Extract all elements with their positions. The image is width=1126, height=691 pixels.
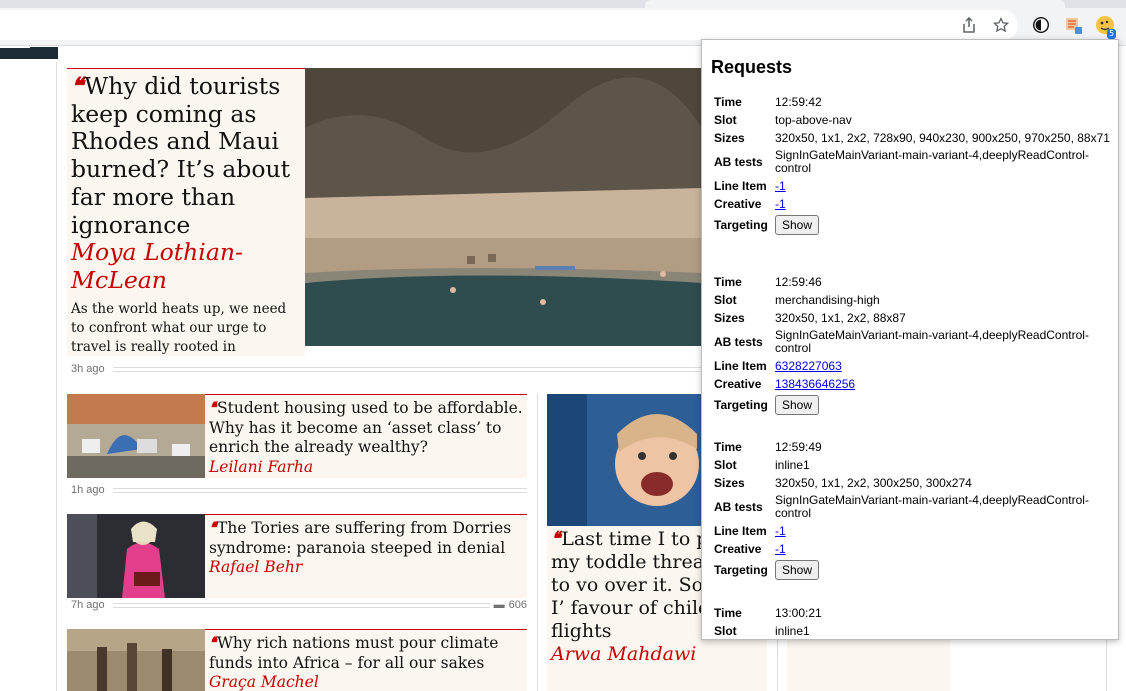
article-card-2[interactable]: ❛❛ The Tories are suffering from Dorries … <box>205 514 527 598</box>
article-age: 7h ago <box>71 599 105 611</box>
label-sizes: Sizes <box>714 311 745 325</box>
label-targeting: Targeting <box>714 218 768 232</box>
label-slot: Slot <box>714 113 737 127</box>
label-slot: Slot <box>714 293 737 307</box>
request-sizes: 320x50, 1x1, 2x2, 88x87 <box>775 310 906 325</box>
request-slot: inline1 <box>775 457 810 472</box>
label-line-item: Line Item <box>714 524 767 538</box>
label-slot: Slot <box>714 624 737 638</box>
label-time: Time <box>714 95 742 109</box>
article-2-headline[interactable]: ❛❛ The Tories are suffering from Dorries … <box>209 518 525 578</box>
article-card-3[interactable]: ❛❛ Why rich nations must pour climate fun… <box>205 629 527 691</box>
article-4-byline[interactable]: Arwa Mahdawi <box>551 643 767 666</box>
article-3-headline[interactable]: ❛❛ Why rich nations must pour climate fun… <box>209 633 525 691</box>
address-bar[interactable] <box>0 10 1018 40</box>
requests-popup: Requests Time 12:59:42 Slot top-above-nav … <box>701 39 1119 640</box>
label-sizes: Sizes <box>714 476 745 490</box>
request-slot: merchandising-high <box>775 292 880 307</box>
label-creative: Creative <box>714 377 762 391</box>
request-time: 12:59:46 <box>775 274 822 289</box>
label-ab-tests: AB tests <box>714 500 763 514</box>
show-targeting-button[interactable]: Show <box>775 395 820 415</box>
column-divider <box>1106 640 1107 691</box>
contrast-extension-icon[interactable] <box>1030 14 1052 36</box>
label-slot: Slot <box>714 458 737 472</box>
active-tab[interactable] <box>645 0 1065 8</box>
article-2-meta: 7h ago ▬ 606 <box>71 599 527 611</box>
main-article-standfirst: As the world heats up, we need to confro… <box>71 301 287 355</box>
label-creative: Creative <box>714 197 762 211</box>
line-item-link[interactable]: 6328227063 <box>775 359 842 373</box>
label-creative: Creative <box>714 542 762 556</box>
show-targeting-button[interactable]: Show <box>775 560 820 580</box>
request-sizes: 320x50, 1x1, 2x2, 300x250, 300x274 <box>775 475 972 490</box>
article-1-headline[interactable]: ❛❛ Student housing used to be affordable.… <box>209 398 525 477</box>
label-line-item: Line Item <box>714 179 767 193</box>
request-sizes: 320x50, 1x1, 2x2, 728x90, 940x230, 900x2… <box>775 130 1110 145</box>
main-article-meta: 3h ago <box>71 363 702 375</box>
article-card-1[interactable]: ❛❛ Student housing used to be affordable.… <box>205 394 527 478</box>
article-age: 3h ago <box>71 363 105 375</box>
comment-icon[interactable]: ▬ <box>494 599 505 611</box>
label-targeting: Targeting <box>714 563 768 577</box>
creative-link[interactable]: 138436646256 <box>775 377 855 391</box>
label-time: Time <box>714 440 742 454</box>
request-time: 12:59:42 <box>775 94 822 109</box>
toddler-plane-image[interactable] <box>547 394 702 526</box>
article-card-5[interactable] <box>787 640 950 691</box>
comment-count[interactable]: 606 <box>509 599 527 611</box>
label-sizes: Sizes <box>714 131 745 145</box>
request-slot: top-above-nav <box>775 112 852 127</box>
student-protest-image[interactable] <box>67 394 205 478</box>
star-icon[interactable] <box>990 14 1012 36</box>
site-header-strip <box>0 47 58 59</box>
share-icon[interactable] <box>958 14 980 36</box>
request-entry: Time 12:59:49 Slot inline1 Sizes 320x50, 1x… <box>714 440 1114 584</box>
request-time: 13:00:21 <box>775 605 822 620</box>
creative-link[interactable]: -1 <box>775 542 786 556</box>
tab-strip <box>0 0 1126 8</box>
label-ab-tests: AB tests <box>714 335 763 349</box>
label-time: Time <box>714 606 742 620</box>
article-2-byline[interactable]: Rafael Behr <box>209 558 525 578</box>
quote-icon: ❛❛ <box>551 528 560 550</box>
show-targeting-button[interactable]: Show <box>775 215 820 235</box>
dorries-photo[interactable] <box>67 514 205 598</box>
column-divider <box>56 62 57 691</box>
extension-badge: 5 <box>1107 29 1117 39</box>
request-entry: Time 13:00:21 Slot inline1 <box>714 605 1114 639</box>
quote-icon: ❛❛ <box>71 72 83 100</box>
request-ab-tests: SignInGateMainVariant-main-variant-4,dee… <box>775 148 1089 175</box>
label-time: Time <box>714 275 742 289</box>
request-ab-tests: SignInGateMainVariant-main-variant-4,dee… <box>775 493 1089 520</box>
request-time: 12:59:49 <box>775 439 822 454</box>
label-ab-tests: AB tests <box>714 155 763 169</box>
africa-climate-image[interactable] <box>67 629 205 691</box>
article-1-byline[interactable]: Leilani Farha <box>209 458 525 478</box>
main-article-byline[interactable]: Moya Lothian-McLean <box>71 238 301 294</box>
main-article-headline[interactable]: ❛❛ Why did tourists keep coming as Rhodes… <box>71 72 301 295</box>
article-age: 1h ago <box>71 484 105 496</box>
line-item-link[interactable]: -1 <box>775 179 786 193</box>
creative-link[interactable]: -1 <box>775 197 786 211</box>
article-1-meta: 1h ago <box>71 484 527 496</box>
quote-icon: ❛❛ <box>209 633 216 652</box>
request-ab-tests: SignInGateMainVariant-main-variant-4,dee… <box>775 328 1089 355</box>
main-article-card[interactable]: ❛❛ Why did tourists keep coming as Rhodes… <box>67 68 305 356</box>
label-line-item: Line Item <box>714 359 767 373</box>
article-3-byline[interactable]: Graça Machel <box>209 673 525 691</box>
quote-icon: ❛❛ <box>209 398 216 417</box>
popup-title: Requests <box>711 57 793 77</box>
notes-extension-icon[interactable] <box>1062 14 1084 36</box>
label-targeting: Targeting <box>714 398 768 412</box>
quote-icon: ❛❛ <box>209 518 216 537</box>
request-entry: Time 12:59:46 Slot merchandising-high Size… <box>714 275 1114 419</box>
request-slot: inline1 <box>775 623 810 638</box>
column-divider <box>537 394 538 691</box>
line-item-link[interactable]: -1 <box>775 524 786 538</box>
rhodes-beach-image[interactable] <box>305 68 702 346</box>
request-entry: Time 12:59:42 Slot top-above-nav Sizes 320x… <box>714 95 1114 239</box>
